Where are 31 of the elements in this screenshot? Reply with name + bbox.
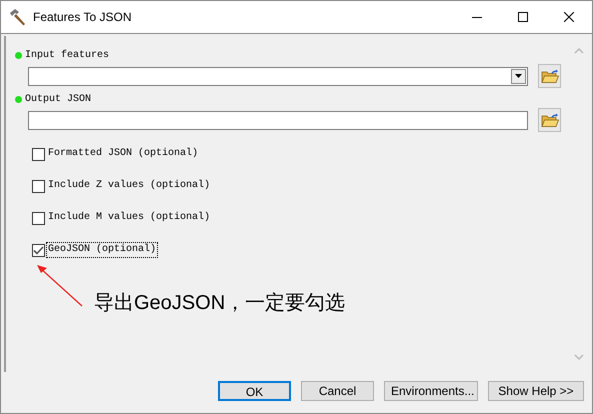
browse-button[interactable] <box>538 108 561 132</box>
folder-icon <box>540 112 558 128</box>
dialog-button[interactable]: Environments... <box>384 381 478 401</box>
checkbox-label: Include M values (optional) <box>47 210 212 225</box>
checkbox[interactable] <box>32 244 45 256</box>
caret-icon <box>515 74 522 78</box>
window-title: Features To JSON <box>33 9 132 26</box>
scroll-down-icon <box>574 354 584 360</box>
input-dropdown[interactable] <box>28 66 528 86</box>
folder-icon <box>540 68 558 84</box>
checkbox[interactable] <box>32 148 45 160</box>
hammer-icon <box>9 8 27 26</box>
scroll-up-icon <box>574 48 584 54</box>
dialog-button[interactable]: OK <box>218 381 291 401</box>
checkbox-label: Formatted JSON (optional) <box>47 146 200 161</box>
parameter-label: Output JSON <box>25 92 92 106</box>
maximize-icon <box>518 12 528 22</box>
minimize-icon <box>472 16 482 18</box>
arrow-icon <box>36 264 84 308</box>
parameter-label: Input features <box>25 48 110 62</box>
check-icon <box>33 246 44 254</box>
checkbox[interactable] <box>32 212 45 224</box>
checkbox[interactable] <box>32 180 45 192</box>
browse-button[interactable] <box>538 64 561 88</box>
close-icon <box>564 12 574 22</box>
dialog-button[interactable]: Cancel <box>301 381 374 401</box>
annotation-text: 导出GeoJSON，一定要勾选 <box>94 291 346 316</box>
dialog-button[interactable]: Show Help >> <box>488 381 584 401</box>
input-field[interactable] <box>28 110 528 130</box>
checkbox-label: GeoJSON (optional) <box>46 242 158 258</box>
checkbox-label: Include Z values (optional) <box>47 178 212 193</box>
